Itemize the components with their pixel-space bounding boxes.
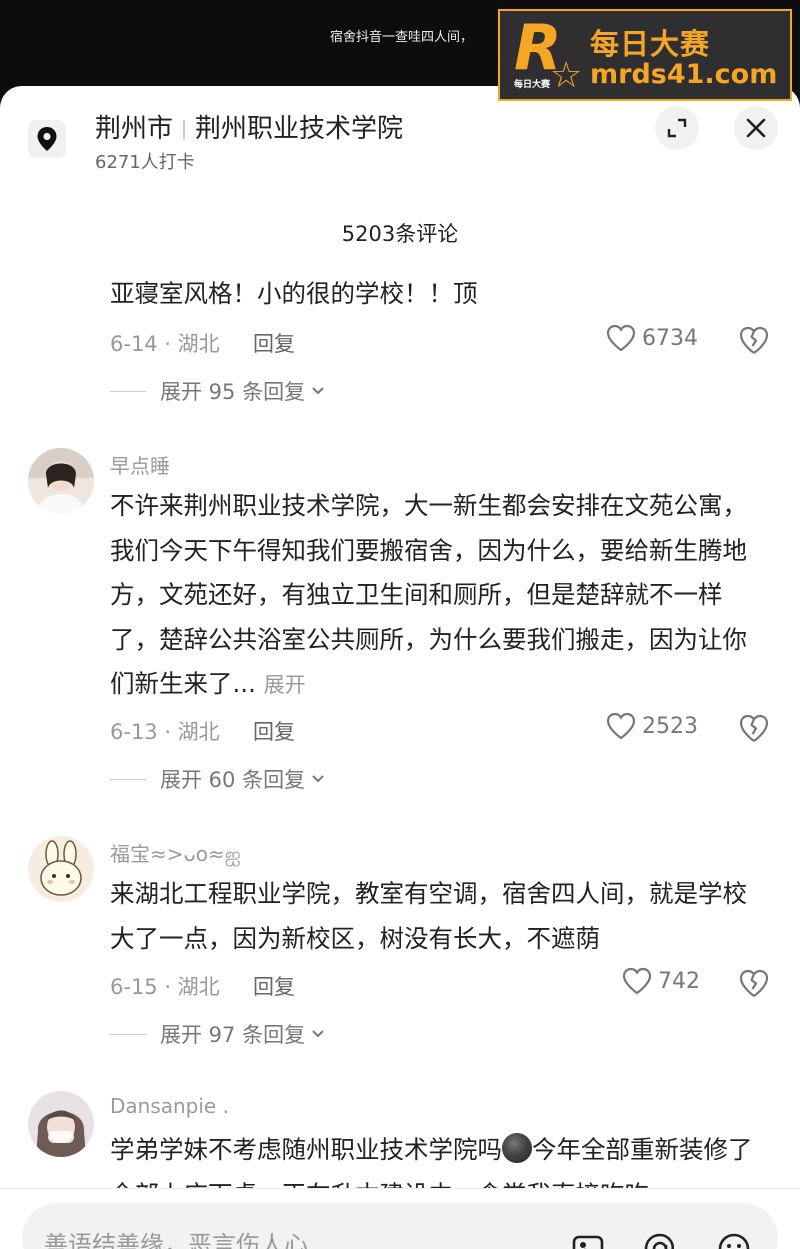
chevron-down-icon (312, 1030, 324, 1038)
comment-body: 不许来荆州职业技术学院，大一新生都会安排在文苑公寓，我们今天下午得知我们要搬宿舍… (110, 491, 747, 698)
comment-text[interactable]: 亚寝室风格！小的很的学校！！顶 (110, 272, 770, 317)
expand-replies-button[interactable]: 展开 60 条回复 (110, 764, 327, 794)
title-divider (183, 119, 186, 140)
expand-replies-button[interactable]: 展开 97 条回复 (110, 1019, 327, 1049)
like-button[interactable]: 742 (622, 967, 700, 995)
broken-heart-icon[interactable] (738, 712, 770, 744)
video-caption: 宿舍抖音一查哇四人间， (330, 30, 474, 45)
comment-date-region: 6-14 · 湖北 (110, 332, 220, 356)
expand-button[interactable] (655, 106, 699, 150)
expand-text-button[interactable]: 展开 (264, 673, 306, 697)
reply-button[interactable]: 回复 (253, 971, 295, 1001)
chevron-down-icon (312, 387, 324, 395)
expand-replies-label: 展开 60 条回复 (160, 768, 306, 792)
divider-line (110, 778, 146, 780)
watermark-logo: R ☆ 每日大赛 (512, 11, 583, 97)
comment-username[interactable]: 福宝≈>ᴗo≈ஐ (110, 838, 241, 869)
emoji-icon[interactable] (716, 1231, 752, 1249)
watermark-logo-small: 每日大赛 (514, 80, 551, 90)
watermark: R ☆ 每日大赛 每日大赛 mrds41.com (498, 9, 792, 101)
like-button[interactable]: 2523 (606, 712, 698, 740)
avatar[interactable] (28, 448, 94, 514)
divider-line (110, 390, 146, 392)
watermark-title: 每日大赛 (590, 27, 711, 61)
broken-heart-icon[interactable] (738, 967, 770, 999)
location-city: 荆州市 (95, 114, 174, 144)
divider-line (110, 1033, 146, 1035)
expand-replies-label: 展开 95 条回复 (160, 380, 306, 404)
image-icon[interactable] (570, 1231, 606, 1249)
reply-button[interactable]: 回复 (253, 716, 295, 746)
chevron-down-icon (312, 775, 324, 783)
avatar[interactable] (28, 1091, 94, 1157)
comment-username[interactable]: 早点睡 (110, 450, 170, 479)
location-place: 荆州职业技术学院 (195, 114, 404, 144)
mention-icon[interactable] (642, 1231, 678, 1249)
like-count: 2523 (642, 713, 698, 739)
comments-sheet: 荆州市 荆州职业技术学院 6271人打卡 5203条评论 亚寝室风格！小的很的学校… (0, 86, 800, 1249)
watermark-url: mrds41.com (590, 59, 778, 90)
like-button[interactable]: 6734 (606, 324, 698, 352)
avatar[interactable] (28, 836, 94, 902)
expand-icon (667, 118, 687, 138)
broken-heart-icon[interactable] (738, 324, 770, 356)
heart-icon (606, 712, 636, 740)
checkin-count: 6271人打卡 (95, 152, 195, 173)
comment-date-region: 6-15 · 湖北 (110, 975, 220, 999)
comment-username[interactable]: Dansanpie . (110, 1094, 229, 1118)
close-icon (746, 118, 766, 138)
expand-replies-button[interactable]: 展开 95 条回复 (110, 376, 327, 406)
close-button[interactable] (734, 106, 778, 150)
location-title[interactable]: 荆州市 荆州职业技术学院 (95, 108, 403, 145)
comment-body: 学弟学妹不考虑随州职业技术学院吗 (110, 1135, 502, 1164)
comment-text[interactable]: 不许来荆州职业技术学院，大一新生都会安排在文苑公寓，我们今天下午得知我们要搬宿舍… (110, 484, 770, 708)
comment-input-bar: 善语结善缘，恶言伤人心 (0, 1188, 800, 1249)
like-count: 742 (658, 968, 700, 994)
comment-count: 5203条评论 (341, 222, 459, 246)
expand-replies-label: 展开 97 条回复 (160, 1023, 306, 1047)
comment-text[interactable]: 来湖北工程职业学院，教室有空调，宿舍四人间，就是学校大了一点，因为新校区，树没有… (110, 872, 770, 961)
reply-button[interactable]: 回复 (253, 328, 295, 358)
moon-emoji-icon (502, 1133, 532, 1163)
location-pin-icon (28, 120, 66, 158)
heart-icon (606, 324, 636, 352)
star-icon: ☆ (550, 55, 583, 96)
comment-date-region: 6-13 · 湖北 (110, 720, 220, 744)
comment-input-placeholder: 善语结善缘，恶言伤人心 (44, 1231, 308, 1249)
comment-input[interactable]: 善语结善缘，恶言伤人心 (22, 1203, 778, 1249)
heart-icon (622, 967, 652, 995)
like-count: 6734 (642, 325, 698, 351)
